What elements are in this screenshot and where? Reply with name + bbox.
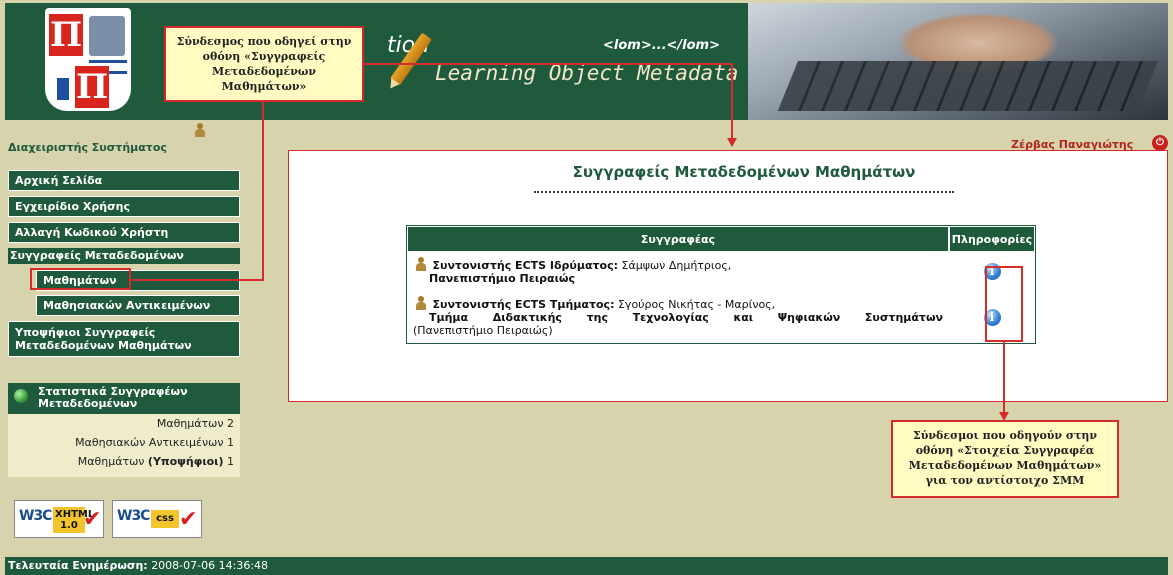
logo-pi-bottom: Π <box>75 66 109 108</box>
person-icon <box>413 296 429 310</box>
connector-line <box>1003 342 1005 414</box>
arrow-head-icon <box>727 138 737 147</box>
w3c-text: W3C <box>117 508 150 524</box>
last-update-label: Τελευταία Ενημέρωση: <box>8 559 148 572</box>
author-name: Σγούρος Νικήτας - Μαρίνος, <box>617 298 776 311</box>
connector-line <box>131 279 264 281</box>
nav-change-password[interactable]: Αλλαγή Κωδικού Χρήστη <box>8 222 240 243</box>
callout-info-links: Σύνδεσμοι που οδηγούν στην οθόνη «Στοιχε… <box>891 420 1119 498</box>
footer-bar: Τελευταία Ενημέρωση: 2008-07-06 14:36:48 <box>5 557 1168 575</box>
stat-label: Μαθημάτων <box>77 455 145 468</box>
university-logo: Π Π <box>45 8 131 111</box>
author-cell: Συντονιστής ECTS Τμήματος: Σγούρος Νικήτ… <box>407 291 949 343</box>
w3c-css-badge[interactable]: W3C css ✔ <box>112 500 202 538</box>
nav-home[interactable]: Αρχική Σελίδα <box>8 170 240 191</box>
author-cell: Συντονιστής ECTS Ιδρύματος: Σάμψων Δημήτ… <box>407 252 949 291</box>
stat-row-courses: Μαθημάτων 2 <box>8 414 240 433</box>
col-info-header: Πληροφορίες <box>949 226 1035 252</box>
connector-line <box>364 63 732 65</box>
stats-title: Στατιστικά Συγγραφέων Μεταδεδομένων <box>38 385 188 410</box>
logo-emblem <box>89 16 125 56</box>
nav-section-authors: Συγγραφείς Μεταδεδομένων <box>8 248 240 264</box>
stat-label: Μαθημάτων <box>156 417 224 430</box>
author-role: Συντονιστής ECTS Τμήματος: <box>432 298 615 311</box>
stat-row-candidates: Μαθημάτων (Υποψήφιοι) 1 <box>8 452 240 471</box>
last-update-timestamp: 2008-07-06 14:36:48 <box>151 559 269 572</box>
header-lom-tag: <lom>...</lom> <box>603 38 720 53</box>
logo-pi-top: Π <box>49 14 83 56</box>
author-org: Τμήμα Διδακτικής της Τεχνολογίας και Ψηφ… <box>429 311 943 324</box>
stat-value: 1 <box>227 455 234 468</box>
connector-line <box>262 102 264 280</box>
w3c-xhtml-badge[interactable]: W3C XHTML 1.0 ✔ <box>14 500 104 538</box>
logout-power-icon[interactable]: ⏻ <box>1152 135 1168 151</box>
check-icon: ✔ <box>83 507 102 532</box>
table-header: Συγγραφέας Πληροφορίες <box>407 226 1035 252</box>
author-name: Σάμψων Δημήτριος, <box>621 259 732 272</box>
xhtml-label: XHTML 1.0 <box>53 507 95 533</box>
globe-icon <box>14 389 28 403</box>
admin-person-icon <box>192 123 208 137</box>
page-title: Συγγραφείς Μεταδεδομένων Μαθημάτων <box>534 163 954 193</box>
keyboard-photo <box>748 3 1168 120</box>
keys-image <box>777 61 1159 111</box>
author-org: Πανεπιστήμιο Πειραιώς <box>429 272 575 285</box>
table-row: Συντονιστής ECTS Τμήματος: Σγούρος Νικήτ… <box>407 291 1035 343</box>
nav-authors-learning-objects[interactable]: Μαθησιακών Αντικειμένων <box>36 295 240 316</box>
check-icon: ✔ <box>179 507 198 532</box>
stat-value: 1 <box>227 436 234 449</box>
highlight-courses-link <box>30 268 131 290</box>
highlight-info-links <box>985 266 1023 342</box>
author-role: Συντονιστής ECTS Ιδρύματος: <box>432 259 619 272</box>
stat-value: 2 <box>227 417 234 430</box>
css-label: css <box>151 510 179 528</box>
stat-label: Μαθησιακών Αντικειμένων <box>75 436 224 449</box>
person-icon <box>413 257 429 271</box>
col-author-header: Συγγραφέας <box>407 226 949 252</box>
role-label: Διαχειριστής Συστήματος <box>8 141 167 154</box>
callout-courses-link: Σύνδεσμος που οδηγεί στην οθόνη «Συγγραφ… <box>164 26 364 102</box>
arrow-head-icon <box>999 412 1009 421</box>
stat-row-learning-objects: Μαθησιακών Αντικειμένων 1 <box>8 433 240 452</box>
nav-candidate-authors[interactable]: Υποψήφιοι Συγγραφείς Μεταδεδομένων Μαθημ… <box>8 321 240 357</box>
stat-suffix: (Υποψήφιοι) <box>147 455 224 468</box>
stats-header: Στατιστικά Συγγραφέων Μεταδεδομένων <box>8 383 240 414</box>
table-row: Συντονιστής ECTS Ιδρύματος: Σάμψων Δημήτ… <box>407 252 1035 291</box>
stats-panel: Στατιστικά Συγγραφέων Μεταδεδομένων Μαθη… <box>8 383 240 477</box>
nav-user-manual[interactable]: Εγχειρίδιο Χρήσης <box>8 196 240 217</box>
author-org-extra: (Πανεπιστήμιο Πειραιώς) <box>413 324 553 337</box>
authors-table: Συγγραφέας Πληροφορίες Συντονιστής ECTS … <box>406 225 1036 344</box>
connector-line <box>731 63 733 139</box>
main-panel: Συγγραφείς Μεταδεδομένων Μαθημάτων Συγγρ… <box>288 150 1168 402</box>
w3c-text: W3C <box>19 508 52 524</box>
logo-mark <box>57 78 69 100</box>
